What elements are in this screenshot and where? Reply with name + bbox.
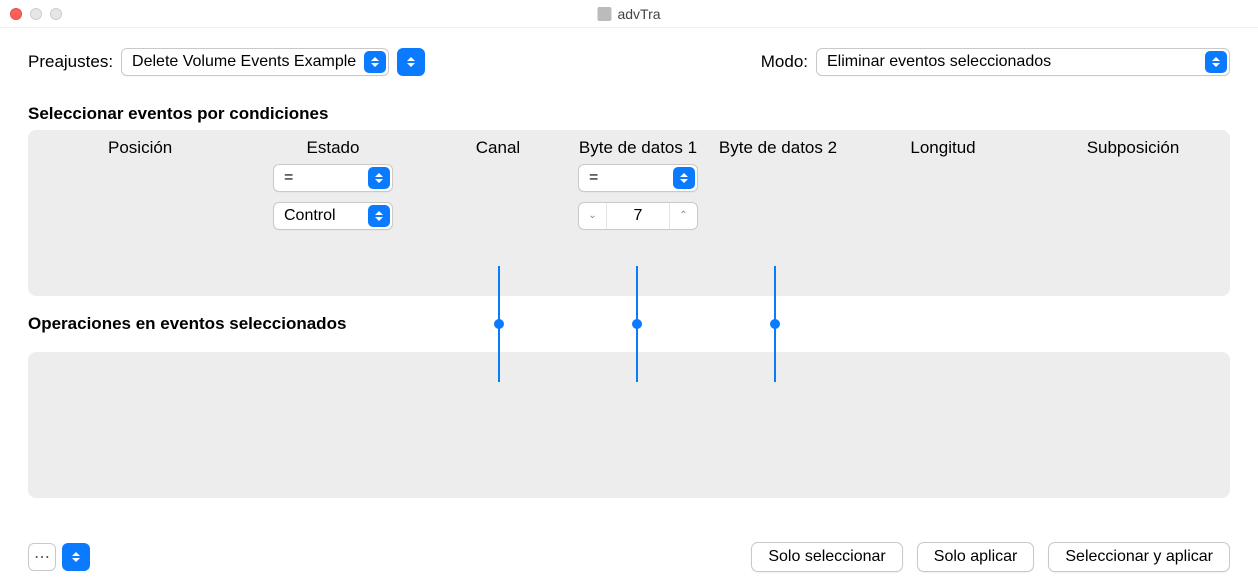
stepper-increment[interactable]: ⌃ (669, 203, 697, 229)
panel-divider-area: Operaciones en eventos seleccionados (28, 296, 1230, 352)
presets-value: Delete Volume Events Example (132, 53, 356, 71)
conditions-section-title: Seleccionar eventos por condiciones (28, 104, 1230, 124)
operations-panel (28, 352, 1230, 498)
operations-section-title: Operaciones en eventos seleccionados (28, 314, 1230, 334)
mode-group: Modo: Eliminar eventos seleccionados (761, 48, 1230, 76)
column-divider-handle[interactable] (498, 276, 500, 372)
presets-label: Preajustes: (28, 52, 113, 72)
updown-arrows-icon (364, 51, 386, 73)
window-title-area: advTra (597, 6, 660, 22)
chevron-down-icon: ⌄ (588, 211, 596, 221)
column-divider-handle[interactable] (774, 276, 776, 372)
header-channel: Canal (428, 138, 568, 158)
more-options-menu-button[interactable] (62, 543, 90, 571)
updown-arrows-icon (368, 205, 390, 227)
select-and-apply-button[interactable]: Seleccionar y aplicar (1048, 542, 1230, 572)
state-type-value: Control (284, 207, 336, 225)
chevron-up-icon: ⌃ (679, 211, 687, 221)
select-and-apply-label: Seleccionar y aplicar (1065, 548, 1213, 566)
header-subposition: Subposición (1038, 138, 1228, 158)
header-state: Estado (238, 138, 428, 158)
data1-operator-select[interactable]: = (578, 164, 698, 192)
mode-value: Eliminar eventos seleccionados (827, 53, 1051, 71)
select-only-label: Solo seleccionar (768, 548, 885, 566)
presets-select[interactable]: Delete Volume Events Example (121, 48, 389, 76)
updown-arrows-icon (673, 167, 695, 189)
app-icon (597, 7, 611, 21)
conditions-panel: Posición Estado Canal Byte de datos 1 By… (28, 130, 1230, 296)
state-type-select[interactable]: Control (273, 202, 393, 230)
window-controls (10, 8, 62, 20)
mode-select[interactable]: Eliminar eventos seleccionados (816, 48, 1230, 76)
state-operator-select[interactable]: = (273, 164, 393, 192)
maximize-window-button[interactable] (50, 8, 62, 20)
conditions-headers: Posición Estado Canal Byte de datos 1 By… (28, 130, 1230, 164)
ellipsis-icon: ⋯ (34, 547, 50, 567)
column-divider-handle[interactable] (636, 276, 638, 372)
window-title: advTra (617, 6, 660, 22)
minimize-window-button[interactable] (30, 8, 42, 20)
updown-arrows-icon (1205, 51, 1227, 73)
state-operator-value: = (284, 169, 293, 187)
more-options-button[interactable]: ⋯ (28, 543, 56, 571)
header-position: Posición (58, 138, 238, 158)
apply-only-label: Solo aplicar (934, 548, 1018, 566)
apply-only-button[interactable]: Solo aplicar (917, 542, 1035, 572)
select-only-button[interactable]: Solo seleccionar (751, 542, 902, 572)
data1-value-stepper[interactable]: ⌄ 7 ⌃ (578, 202, 698, 230)
mode-label: Modo: (761, 52, 808, 72)
header-data2: Byte de datos 2 (708, 138, 848, 158)
data1-operator-value: = (589, 169, 598, 187)
header-length: Longitud (848, 138, 1038, 158)
presets-menu-button[interactable] (397, 48, 425, 76)
stepper-decrement[interactable]: ⌄ (579, 203, 607, 229)
presets-group: Preajustes: Delete Volume Events Example (28, 48, 425, 76)
header-data1: Byte de datos 1 (568, 138, 708, 158)
data1-value[interactable]: 7 (607, 207, 669, 225)
updown-arrows-icon (368, 167, 390, 189)
close-window-button[interactable] (10, 8, 22, 20)
titlebar: advTra (0, 0, 1258, 28)
